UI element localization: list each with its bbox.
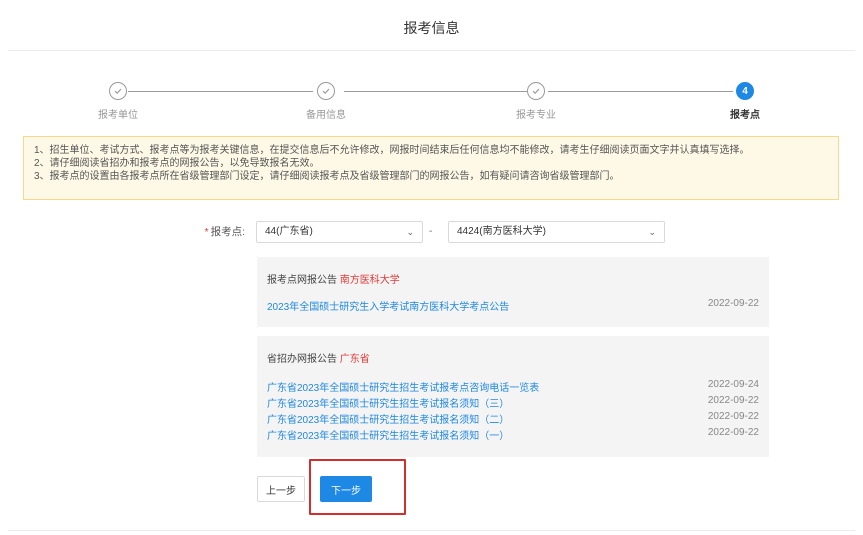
- site-select[interactable]: 4424(南方医科大学) ⌄: [448, 221, 665, 243]
- announcement-link[interactable]: 广东省2023年全国硕士研究生招生考试报考点咨询电话一览表: [267, 379, 539, 394]
- announcement-date: 2022-09-22: [707, 427, 759, 438]
- announcement-row: 2023年全国硕士研究生入学考试南方医科大学考点公告 2022-09-22: [267, 298, 759, 313]
- step-1-label: 报考单位: [98, 110, 138, 121]
- site-announcements-title: 报考点网报公告 南方医科大学: [267, 271, 759, 286]
- announcement-link[interactable]: 广东省2023年全国硕士研究生招生考试报名须知（二）: [267, 411, 509, 426]
- next-step-button[interactable]: 下一步: [320, 476, 372, 502]
- announcement-link[interactable]: 广东省2023年全国硕士研究生招生考试报名须知（一）: [267, 427, 509, 442]
- step-1-check-icon: [109, 82, 127, 100]
- exam-site-label-text: 报考点:: [210, 226, 245, 238]
- province-select[interactable]: 44(广东省) ⌄: [256, 221, 423, 243]
- exam-site-row: * 报考点: 44(广东省) ⌄ - 4424(南方医科大学) ⌄: [0, 221, 863, 243]
- announcement-date: 2022-09-22: [707, 298, 759, 309]
- exam-site-label: * 报考点:: [150, 221, 245, 243]
- site-announcements-title-highlight: 南方医科大学: [339, 275, 400, 286]
- announcement-row: 广东省2023年全国硕士研究生招生考试报名须知（三） 2022-09-22: [267, 395, 759, 410]
- step-4-label: 报考点: [730, 110, 760, 121]
- notice-line: 2、请仔细阅读省招办和报考点的网报公告，以免导致报名无效。: [34, 158, 320, 169]
- prev-step-button[interactable]: 上一步: [257, 476, 305, 502]
- page-title: 报考信息: [403, 20, 460, 36]
- province-announcements-panel: 省招办网报公告 广东省 广东省2023年全国硕士研究生招生考试报考点咨询电话一览…: [257, 336, 769, 457]
- announcement-link[interactable]: 广东省2023年全国硕士研究生招生考试报名须知（三）: [267, 395, 509, 410]
- step-2-check-icon: [317, 82, 335, 100]
- site-announcements-title-prefix: 报考点网报公告: [267, 275, 337, 286]
- announcement-date: 2022-09-22: [707, 411, 759, 422]
- site-select-value: 4424(南方医科大学): [457, 226, 546, 237]
- province-announcements-title: 省招办网报公告 广东省: [267, 350, 759, 365]
- site-announcements-panel: 报考点网报公告 南方医科大学 2023年全国硕士研究生入学考试南方医科大学考点公…: [257, 257, 769, 327]
- announcement-link[interactable]: 2023年全国硕士研究生入学考试南方医科大学考点公告: [267, 298, 509, 313]
- chevron-down-icon: ⌄: [406, 227, 414, 237]
- progress-steps: 4 报考单位 备用信息 报考专业 报考点: [0, 82, 863, 122]
- announcement-row: 广东省2023年全国硕士研究生招生考试报名须知（二） 2022-09-22: [267, 411, 759, 426]
- announcement-row: 广东省2023年全国硕士研究生招生考试报名须知（一） 2022-09-22: [267, 427, 759, 442]
- bottom-divider: [8, 530, 855, 531]
- province-announcements-title-highlight: 广东省: [339, 354, 370, 365]
- chevron-down-icon: ⌄: [648, 227, 656, 237]
- notice-line: 1、招生单位、考试方式、报考点等为报考关键信息，在提交信息后不允许修改，网报时间…: [34, 145, 750, 156]
- select-separator: -: [429, 226, 433, 237]
- title-divider: [8, 50, 855, 51]
- announcement-row: 广东省2023年全国硕士研究生招生考试报考点咨询电话一览表 2022-09-24: [267, 379, 759, 394]
- step-connector: [344, 91, 527, 92]
- notice-box: 1、招生单位、考试方式、报考点等为报考关键信息，在提交信息后不允许修改，网报时间…: [23, 136, 839, 200]
- step-3-check-icon: [527, 82, 545, 100]
- notice-line: 3、报考点的设置由各报考点所在省级管理部门设定，请仔细阅读报考点及省级管理部门的…: [34, 171, 620, 182]
- required-mark: *: [204, 226, 209, 238]
- step-2-label: 备用信息: [306, 110, 346, 121]
- step-connector: [128, 91, 313, 92]
- step-connector: [548, 91, 733, 92]
- province-select-value: 44(广东省): [265, 226, 313, 237]
- announcement-date: 2022-09-24: [707, 379, 759, 390]
- step-3-label: 报考专业: [516, 110, 556, 121]
- province-announcements-title-prefix: 省招办网报公告: [267, 354, 337, 365]
- announcement-date: 2022-09-22: [707, 395, 759, 406]
- step-4-number: 4: [736, 82, 754, 100]
